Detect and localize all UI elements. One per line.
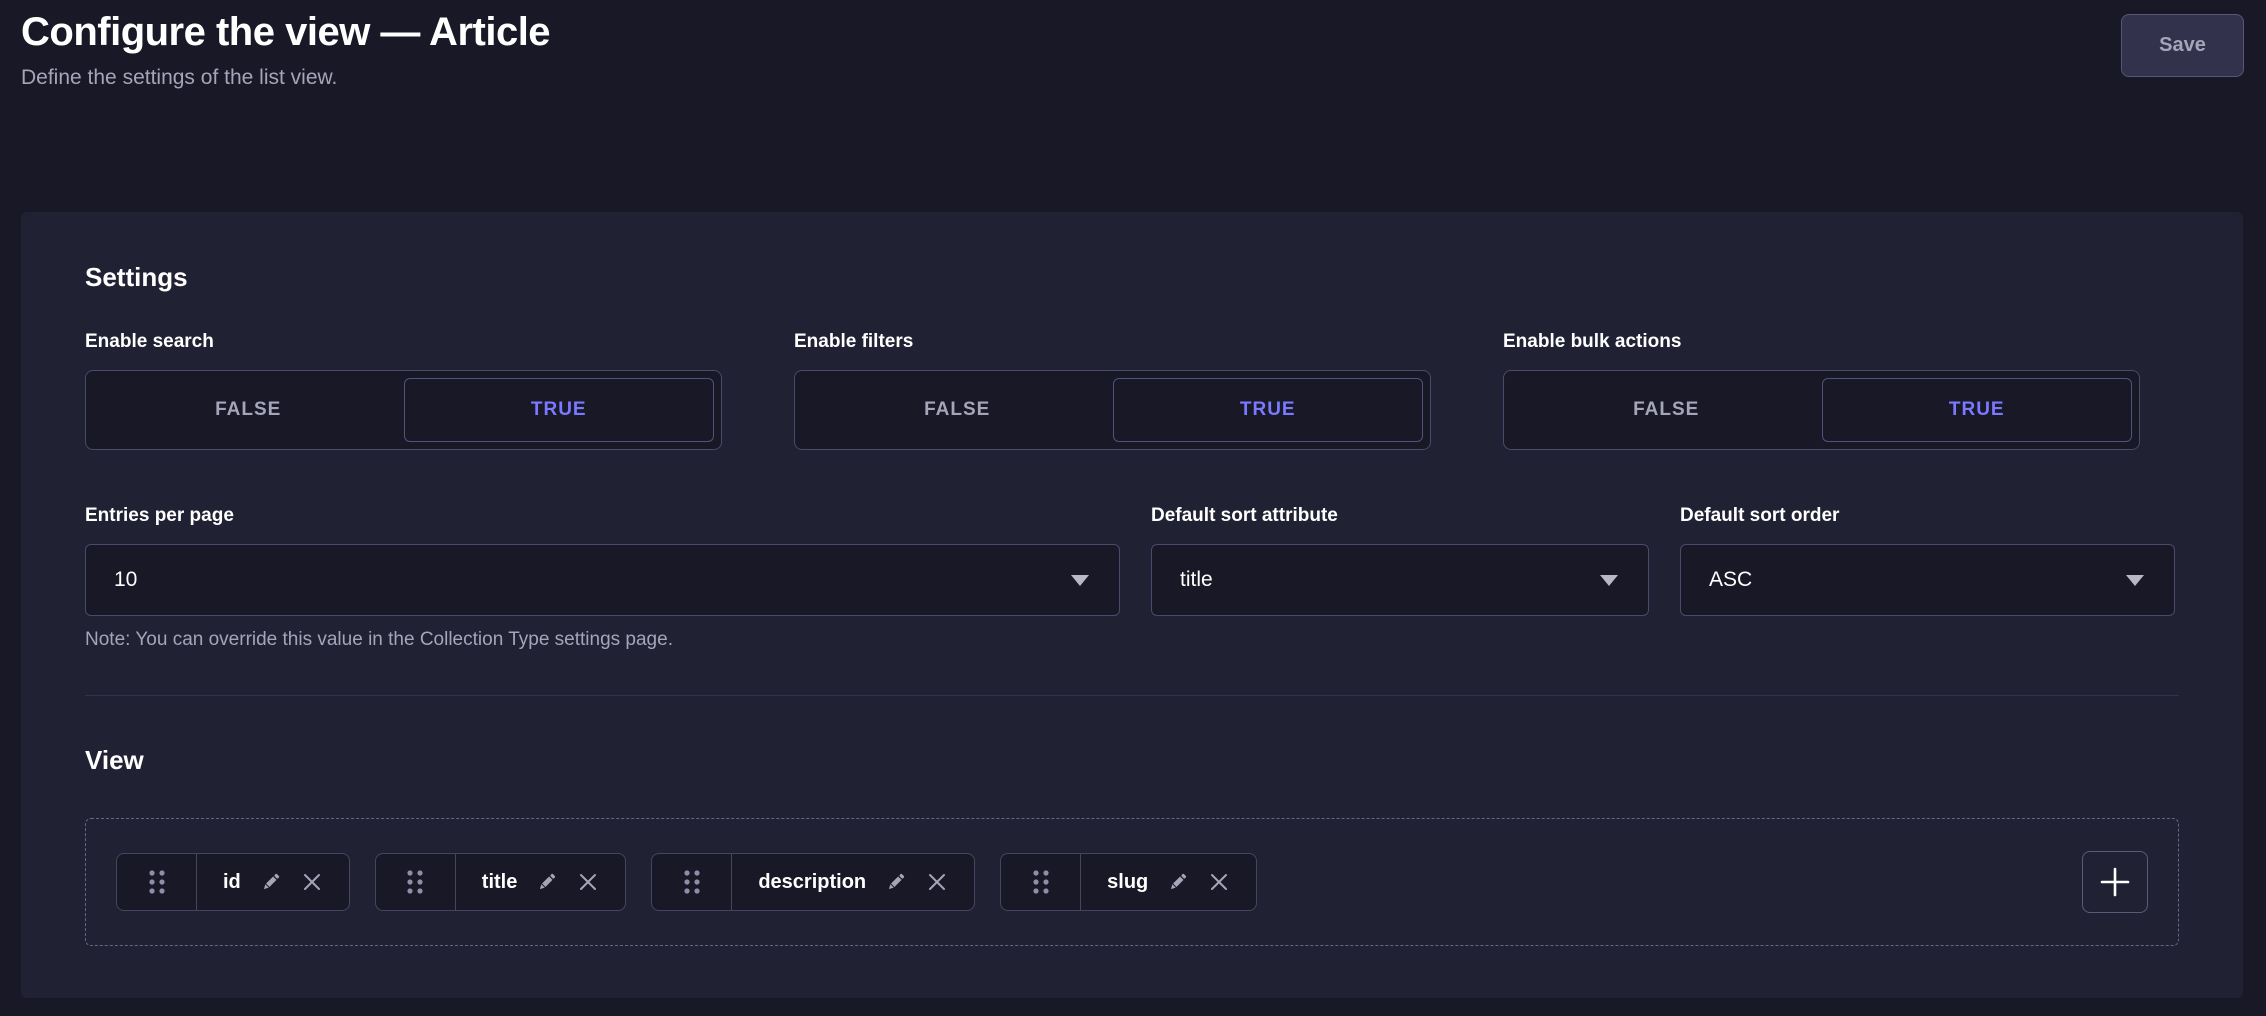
default-sort-attribute-field: Default sort attribute title bbox=[1151, 504, 1649, 616]
enable-filters-label: Enable filters bbox=[794, 330, 1431, 354]
enable-search-toggle: FALSE TRUE bbox=[85, 370, 722, 450]
entries-per-page-hint: Note: You can override this value in the… bbox=[85, 628, 2179, 652]
enable-filters-toggle: FALSE TRUE bbox=[794, 370, 1431, 450]
enable-filters-field: Enable filters FALSE TRUE bbox=[794, 330, 1431, 450]
field-chip-label: slug bbox=[1107, 871, 1148, 894]
enable-bulk-actions-false-option[interactable]: FALSE bbox=[1511, 378, 1822, 442]
add-field-button[interactable] bbox=[2082, 851, 2148, 913]
drag-handle-icon bbox=[1029, 868, 1053, 896]
enable-bulk-actions-toggle: FALSE TRUE bbox=[1503, 370, 2140, 450]
remove-field-button[interactable] bbox=[926, 871, 948, 893]
caret-down-icon bbox=[1071, 575, 1089, 586]
default-sort-attribute-value: title bbox=[1180, 568, 1213, 592]
entries-per-page-label: Entries per page bbox=[85, 504, 1120, 528]
remove-field-button[interactable] bbox=[1208, 871, 1230, 893]
cross-icon bbox=[1208, 871, 1230, 893]
enable-bulk-actions-true-option[interactable]: TRUE bbox=[1822, 378, 2133, 442]
drag-handle-icon bbox=[680, 868, 704, 896]
caret-down-icon bbox=[2126, 575, 2144, 586]
section-divider bbox=[85, 695, 2179, 696]
enable-filters-true-option[interactable]: TRUE bbox=[1113, 378, 1424, 442]
pencil-icon bbox=[535, 870, 559, 894]
field-chip-label: title bbox=[482, 871, 518, 894]
enable-filters-false-option[interactable]: FALSE bbox=[802, 378, 1113, 442]
drag-handle-icon bbox=[403, 868, 427, 896]
selects-row: Entries per page 10 Default sort attribu… bbox=[85, 504, 2179, 616]
enable-search-label: Enable search bbox=[85, 330, 722, 354]
field-chip-label: description bbox=[758, 871, 866, 894]
drag-handle[interactable] bbox=[652, 854, 732, 910]
save-button[interactable]: Save bbox=[2121, 14, 2244, 77]
view-fields-dropzone: id bbox=[85, 818, 2179, 946]
cross-icon bbox=[926, 871, 948, 893]
edit-field-button[interactable] bbox=[1166, 870, 1190, 894]
field-chip-slug: slug bbox=[1000, 853, 1257, 911]
drag-handle[interactable] bbox=[117, 854, 197, 910]
enable-search-false-option[interactable]: FALSE bbox=[93, 378, 404, 442]
enable-bulk-actions-label: Enable bulk actions bbox=[1503, 330, 2140, 354]
pencil-icon bbox=[259, 870, 283, 894]
entries-per-page-field: Entries per page 10 bbox=[85, 504, 1120, 616]
edit-field-button[interactable] bbox=[535, 870, 559, 894]
view-heading: View bbox=[85, 745, 2179, 775]
drag-handle-icon bbox=[145, 868, 169, 896]
pencil-icon bbox=[884, 870, 908, 894]
settings-card: Settings Enable search FALSE TRUE Enable… bbox=[21, 212, 2243, 998]
page-header: Configure the view — Article Define the … bbox=[0, 0, 2266, 92]
default-sort-attribute-select[interactable]: title bbox=[1151, 544, 1649, 616]
page-title: Configure the view — Article bbox=[21, 6, 2244, 58]
field-chip-label: id bbox=[223, 871, 241, 894]
edit-field-button[interactable] bbox=[884, 870, 908, 894]
enable-bulk-actions-field: Enable bulk actions FALSE TRUE bbox=[1503, 330, 2140, 450]
remove-field-button[interactable] bbox=[577, 871, 599, 893]
caret-down-icon bbox=[1600, 575, 1618, 586]
remove-field-button[interactable] bbox=[301, 871, 323, 893]
field-chip-id: id bbox=[116, 853, 350, 911]
cross-icon bbox=[301, 871, 323, 893]
toggles-row: Enable search FALSE TRUE Enable filters … bbox=[85, 330, 2179, 450]
enable-search-true-option[interactable]: TRUE bbox=[404, 378, 715, 442]
drag-handle[interactable] bbox=[1001, 854, 1081, 910]
entries-per-page-select[interactable]: 10 bbox=[85, 544, 1120, 616]
field-chip-title: title bbox=[375, 853, 627, 911]
default-sort-order-label: Default sort order bbox=[1680, 504, 2175, 528]
entries-per-page-value: 10 bbox=[114, 568, 137, 592]
field-chip-description: description bbox=[651, 853, 975, 911]
settings-heading: Settings bbox=[85, 262, 2179, 292]
cross-icon bbox=[577, 871, 599, 893]
pencil-icon bbox=[1166, 870, 1190, 894]
default-sort-attribute-label: Default sort attribute bbox=[1151, 504, 1649, 528]
drag-handle[interactable] bbox=[376, 854, 456, 910]
default-sort-order-value: ASC bbox=[1709, 568, 1752, 592]
plus-icon bbox=[2098, 865, 2132, 899]
enable-search-field: Enable search FALSE TRUE bbox=[85, 330, 722, 450]
page-subtitle: Define the settings of the list view. bbox=[21, 64, 2244, 92]
edit-field-button[interactable] bbox=[259, 870, 283, 894]
default-sort-order-field: Default sort order ASC bbox=[1680, 504, 2175, 616]
default-sort-order-select[interactable]: ASC bbox=[1680, 544, 2175, 616]
